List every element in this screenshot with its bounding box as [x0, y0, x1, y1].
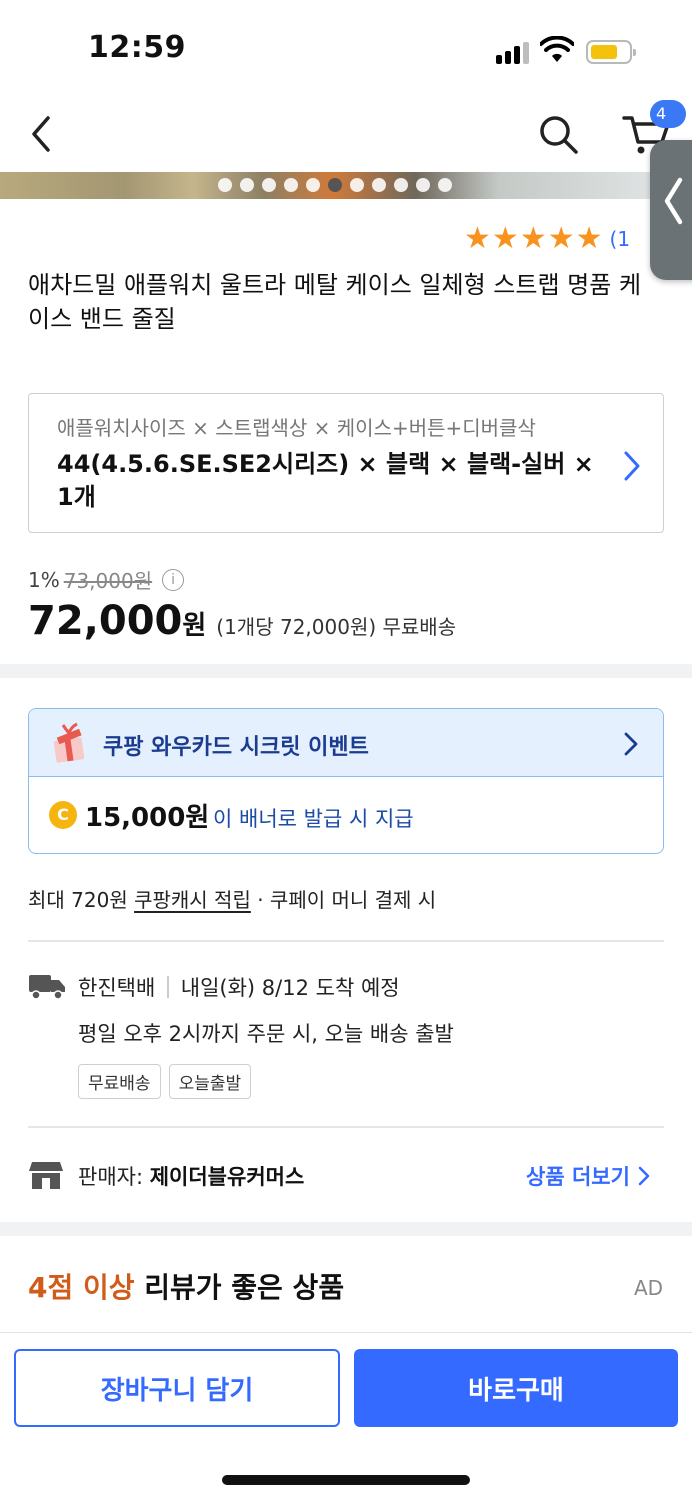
- bottom-action-bar: 장바구니 담기 바로구매: [0, 1332, 692, 1500]
- option-header: 애플워치사이즈 × 스트랩색상 × 케이스+버튼+디버클삭: [57, 416, 536, 440]
- original-price-row: 1% 73,000원 i: [28, 565, 185, 594]
- carousel-dot[interactable]: [394, 178, 408, 192]
- cart-count-badge: 4: [650, 100, 686, 128]
- recommend-highlight: 4점 이상: [28, 1271, 135, 1304]
- carousel-dot[interactable]: [350, 178, 364, 192]
- option-selected-value: 44(4.5.6.SE.SE2시리즈) × 블랙 × 블랙-실버 × 1개: [57, 450, 594, 511]
- wifi-icon: [540, 36, 574, 62]
- carousel-indicator: [218, 178, 452, 192]
- ad-label[interactable]: AD: [634, 1276, 663, 1300]
- recommend-section-title: 4점 이상 리뷰가 좋은 상품: [28, 1266, 344, 1306]
- carousel-dot[interactable]: [218, 178, 232, 192]
- home-indicator[interactable]: [222, 1475, 470, 1485]
- section-divider: [0, 664, 692, 678]
- banner-header[interactable]: 쿠팡 와우카드 시크릿 이벤트: [29, 709, 663, 777]
- divider: [28, 1126, 664, 1128]
- battery-icon: [586, 40, 636, 64]
- carousel-dot[interactable]: [262, 178, 276, 192]
- delivery-truck-icon: [29, 975, 65, 1000]
- original-price: 73,000원: [63, 569, 153, 593]
- recommend-title-rest: 리뷰가 좋은 상품: [134, 1271, 345, 1304]
- star-icon: ★: [464, 221, 491, 256]
- star-icon: ★: [575, 221, 603, 256]
- carousel-dot[interactable]: [438, 178, 452, 192]
- info-icon[interactable]: i: [162, 568, 185, 591]
- unit-price: (1개당 72,000원) 무료배송: [216, 615, 457, 639]
- cash-reward-line: 최대 720원 쿠팡캐시 적립 · 쿠페이 머니 결제 시: [28, 884, 436, 913]
- sale-price-row: 72,000 원 (1개당 72,000원) 무료배송: [28, 598, 456, 644]
- carousel-dot[interactable]: [284, 178, 298, 192]
- more-products-link[interactable]: 상품 더보기: [526, 1161, 650, 1191]
- star-rating: ★★★★★: [464, 224, 604, 254]
- star-icon: ★: [491, 221, 519, 256]
- carousel-dot[interactable]: [416, 178, 430, 192]
- star-icon: ★: [547, 221, 575, 256]
- cellular-signal-icon: [496, 40, 532, 64]
- store-icon: [29, 1162, 63, 1189]
- carousel-dot[interactable]: [328, 178, 342, 192]
- banner-description: 이 배너로 발급 시 지급: [213, 807, 414, 831]
- carousel-dot[interactable]: [306, 178, 320, 192]
- star-icon: ★: [519, 221, 547, 256]
- carousel-dot[interactable]: [372, 178, 386, 192]
- carrier-name: 한진택배: [78, 976, 156, 1000]
- banner-title: 쿠팡 와우카드 시크릿 이벤트: [103, 735, 369, 760]
- divider: [28, 940, 664, 942]
- sale-price-unit: 원: [182, 611, 207, 641]
- same-day-badge: 오늘출발: [168, 1064, 252, 1099]
- cash-suffix: · 쿠페이 머니 결제 시: [250, 888, 437, 912]
- seller-info: 판매자: 제이더블유커머스: [78, 1161, 304, 1191]
- shipping-badges: 무료배송 오늘출발: [78, 1064, 252, 1099]
- buy-now-button[interactable]: 바로구매: [354, 1349, 678, 1427]
- sale-price: 72,000: [28, 598, 183, 644]
- coupang-cash-coin-icon: C: [49, 801, 77, 829]
- gift-box-icon: [53, 722, 85, 763]
- rating-stars[interactable]: ★★★★★ (1: [464, 224, 630, 254]
- free-shipping-badge: 무료배송: [78, 1064, 161, 1099]
- side-panel-handle[interactable]: [650, 140, 692, 280]
- review-count[interactable]: (1: [610, 227, 631, 251]
- seller-label: 판매자:: [78, 1165, 150, 1189]
- product-image-carousel[interactable]: [0, 172, 692, 199]
- more-products-label: 상품 더보기: [526, 1165, 630, 1189]
- option-selector[interactable]: 애플워치사이즈 × 스트랩색상 × 케이스+버튼+디버클삭 44(4.5.6.S…: [28, 393, 664, 533]
- arrival-date: 내일(화) 8/12 도착 예정: [180, 976, 400, 1000]
- product-title: 애차드밀 애플워치 울트라 메탈 케이스 일체형 스트랩 명품 케이스 밴드 줄…: [28, 271, 642, 333]
- status-bar: 12:59: [0, 0, 692, 100]
- back-arrow-icon[interactable]: [26, 114, 58, 154]
- cash-prefix: 최대 720원: [28, 888, 135, 912]
- chevron-left-icon: [664, 177, 683, 225]
- discount-rate: 1%: [28, 567, 60, 592]
- carousel-dot[interactable]: [240, 178, 254, 192]
- divider: [167, 976, 169, 998]
- chevron-right-icon: [624, 451, 640, 481]
- banner-amount: 15,000원: [85, 803, 210, 833]
- chevron-right-icon: [624, 732, 638, 756]
- search-icon[interactable]: [536, 112, 580, 156]
- nav-bar: 4: [0, 100, 692, 172]
- add-to-cart-button[interactable]: 장바구니 담기: [14, 1349, 340, 1427]
- section-divider: [0, 1222, 692, 1236]
- shipping-cutoff: 평일 오후 2시까지 주문 시, 오늘 배송 출발: [78, 1022, 454, 1046]
- status-time: 12:59: [88, 30, 186, 65]
- seller-name[interactable]: 제이더블유커머스: [150, 1165, 305, 1189]
- wowcard-banner[interactable]: 쿠팡 와우카드 시크릿 이벤트 C 15,000원 이 배너로 발급 시 지급: [28, 708, 664, 854]
- shipping-info: 한진택배 내일(화) 8/12 도착 예정: [78, 972, 400, 1002]
- coupang-cash-link[interactable]: 쿠팡캐시 적립: [134, 888, 251, 912]
- chevron-right-icon: [638, 1166, 650, 1186]
